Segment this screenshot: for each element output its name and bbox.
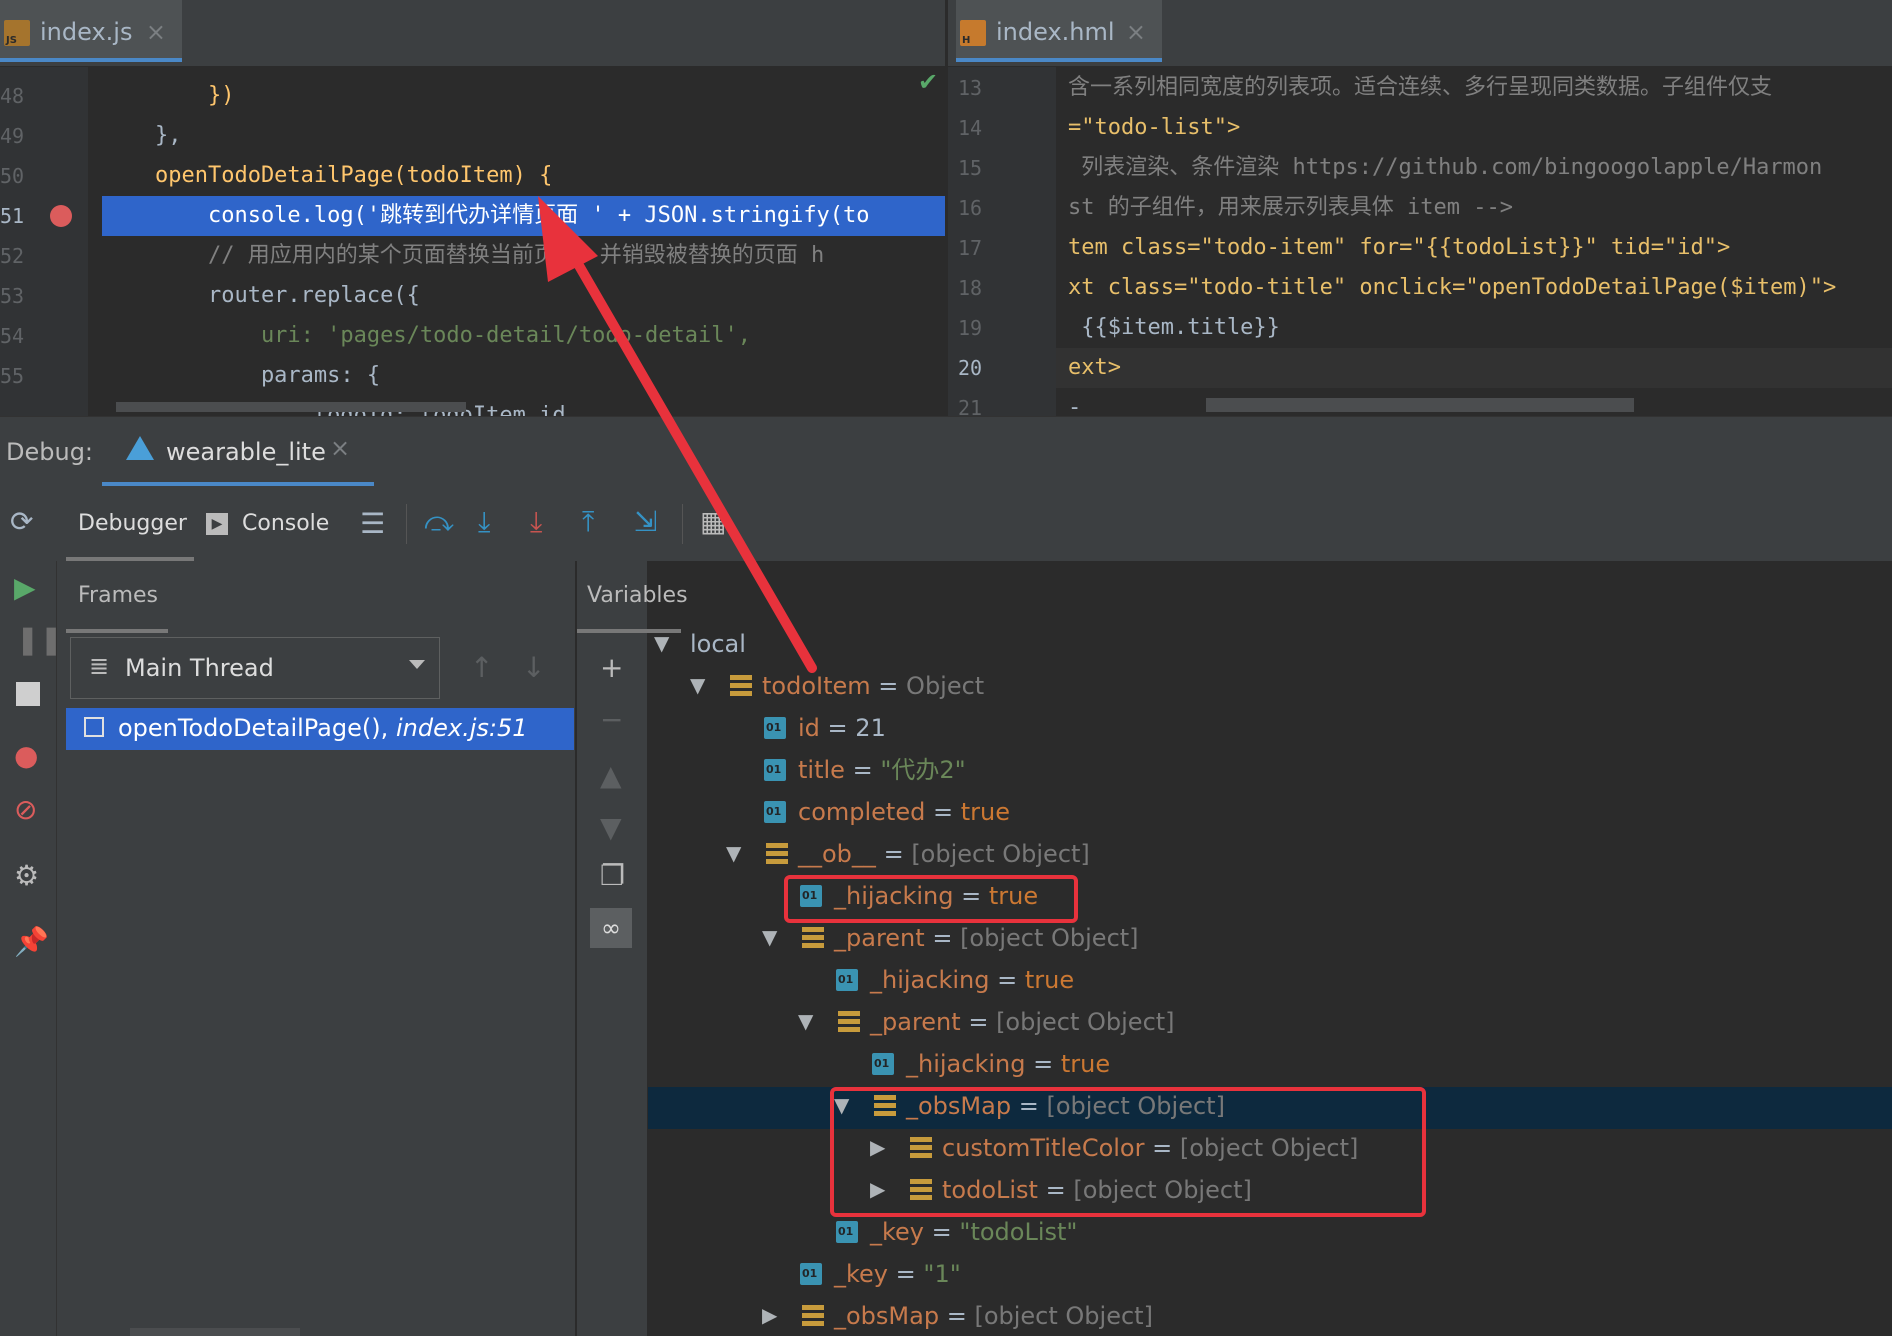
annotation-arrow	[538, 196, 817, 673]
